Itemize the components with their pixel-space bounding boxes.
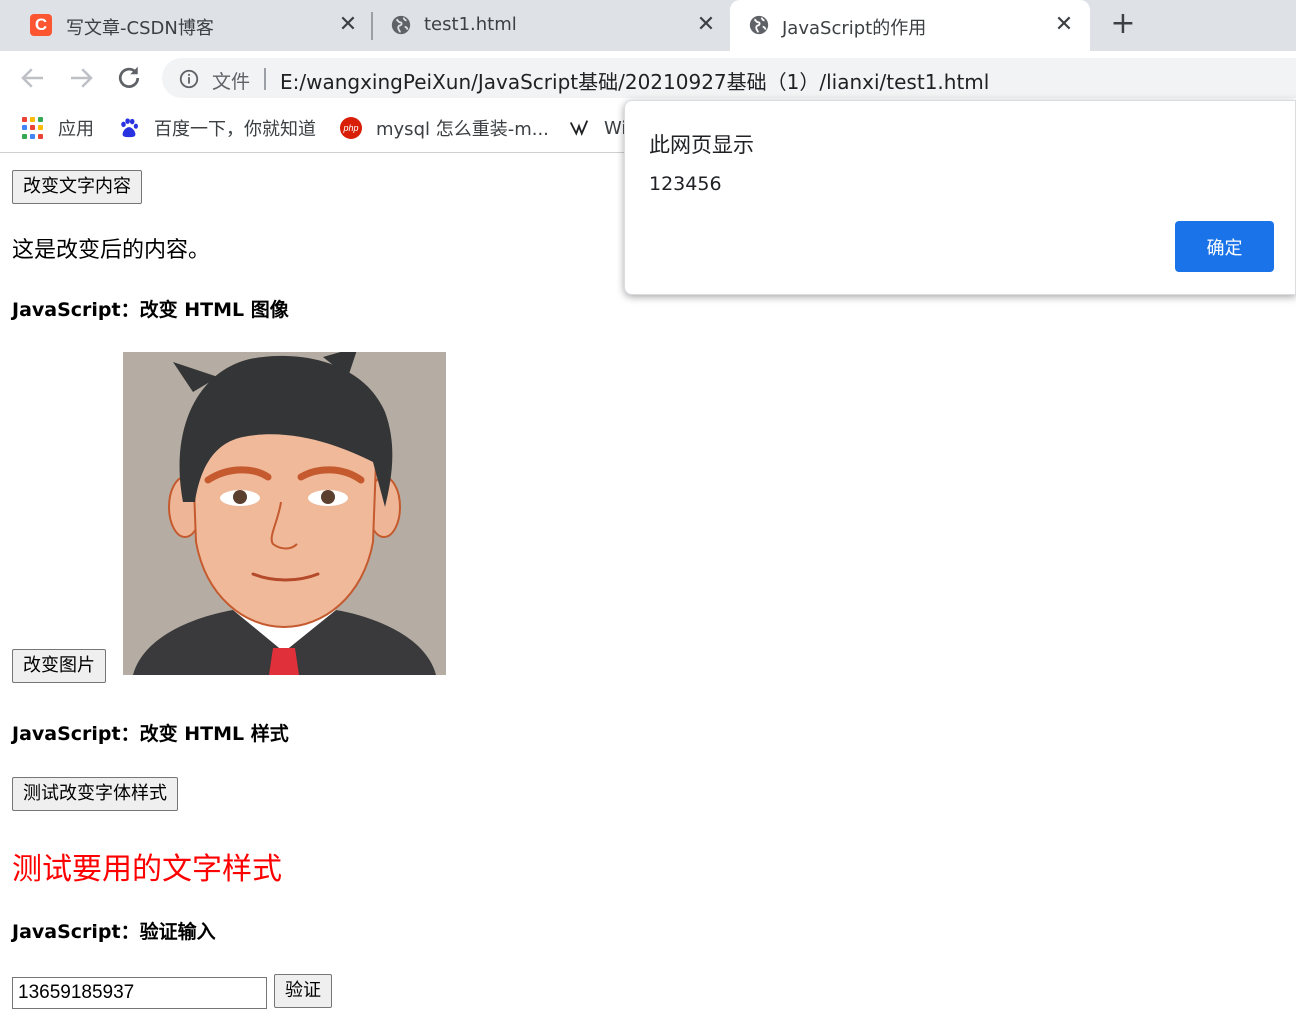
validate-heading: JavaScript：验证输入 <box>12 921 216 943</box>
bookmark-mysql[interactable]: php mysql 怎么重装-m... <box>340 115 549 141</box>
tab-title: 写文章-CSDN博客 <box>66 18 214 39</box>
reload-icon[interactable] <box>114 63 144 93</box>
divider <box>264 68 266 90</box>
csdn-icon: C <box>30 14 52 36</box>
globe-icon <box>749 15 769 35</box>
bookmark-label: 百度一下，你就知道 <box>154 119 316 140</box>
info-icon[interactable] <box>178 68 200 90</box>
tab-title: JavaScript的作用 <box>782 18 927 39</box>
styled-text: 测试要用的文字样式 <box>12 852 282 887</box>
bookmark-apps[interactable]: 应用 <box>22 115 94 141</box>
tab-javascript-active[interactable]: JavaScript的作用 ✕ <box>730 0 1090 51</box>
tab-test1[interactable]: test1.html ✕ <box>372 0 728 51</box>
browser-toolbar: 文件 E:/wangxingPeiXun/JavaScript基础/202109… <box>0 51 1296 105</box>
close-icon[interactable]: ✕ <box>1052 12 1076 38</box>
validate-button[interactable]: 验证 <box>274 974 332 1008</box>
bookmark-baidu[interactable]: 百度一下，你就知道 <box>118 115 316 141</box>
bookmark-label: 应用 <box>58 119 94 140</box>
address-bar[interactable]: 文件 E:/wangxingPeiXun/JavaScript基础/202109… <box>162 58 1296 98</box>
bookmark-wi[interactable]: Wi <box>568 115 626 141</box>
tab-strip: C 写文章-CSDN博客 ✕ test1.html ✕ JavaScript的作… <box>0 0 1296 51</box>
image-heading: JavaScript：改变 HTML 图像 <box>12 299 289 321</box>
alert-dialog: 此网页显示 123456 确定 <box>624 100 1296 295</box>
globe-icon <box>391 15 411 35</box>
tab-csdn[interactable]: C 写文章-CSDN博客 ✕ <box>0 0 370 51</box>
scheme-label: 文件 <box>212 71 251 93</box>
url-text[interactable]: E:/wangxingPeiXun/JavaScript基础/20210927基… <box>280 66 989 95</box>
changed-paragraph: 这是改变后的内容。 <box>12 238 211 263</box>
avatar-image <box>123 352 446 675</box>
forward-arrow-icon[interactable] <box>66 63 96 93</box>
change-image-button[interactable]: 改变图片 <box>12 649 106 683</box>
apps-grid-icon <box>22 117 44 139</box>
back-arrow-icon[interactable] <box>18 63 48 93</box>
bookmark-icon <box>569 120 589 136</box>
bookmark-label: mysql 怎么重装-m... <box>376 119 549 140</box>
style-heading: JavaScript：改变 HTML 样式 <box>12 723 289 745</box>
tab-title: test1.html <box>424 14 517 35</box>
dialog-title: 此网页显示 <box>649 133 754 157</box>
change-text-button[interactable]: 改变文字内容 <box>12 170 142 204</box>
phone-input[interactable] <box>12 977 267 1009</box>
close-icon[interactable]: ✕ <box>694 12 718 38</box>
change-style-button[interactable]: 测试改变字体样式 <box>12 777 178 811</box>
close-icon[interactable]: ✕ <box>336 12 360 38</box>
new-tab-button[interactable]: + <box>1108 9 1138 40</box>
ok-button[interactable]: 确定 <box>1175 221 1274 272</box>
dialog-message: 123456 <box>649 173 722 195</box>
php-icon: php <box>340 117 362 139</box>
baidu-paw-icon <box>121 118 138 138</box>
